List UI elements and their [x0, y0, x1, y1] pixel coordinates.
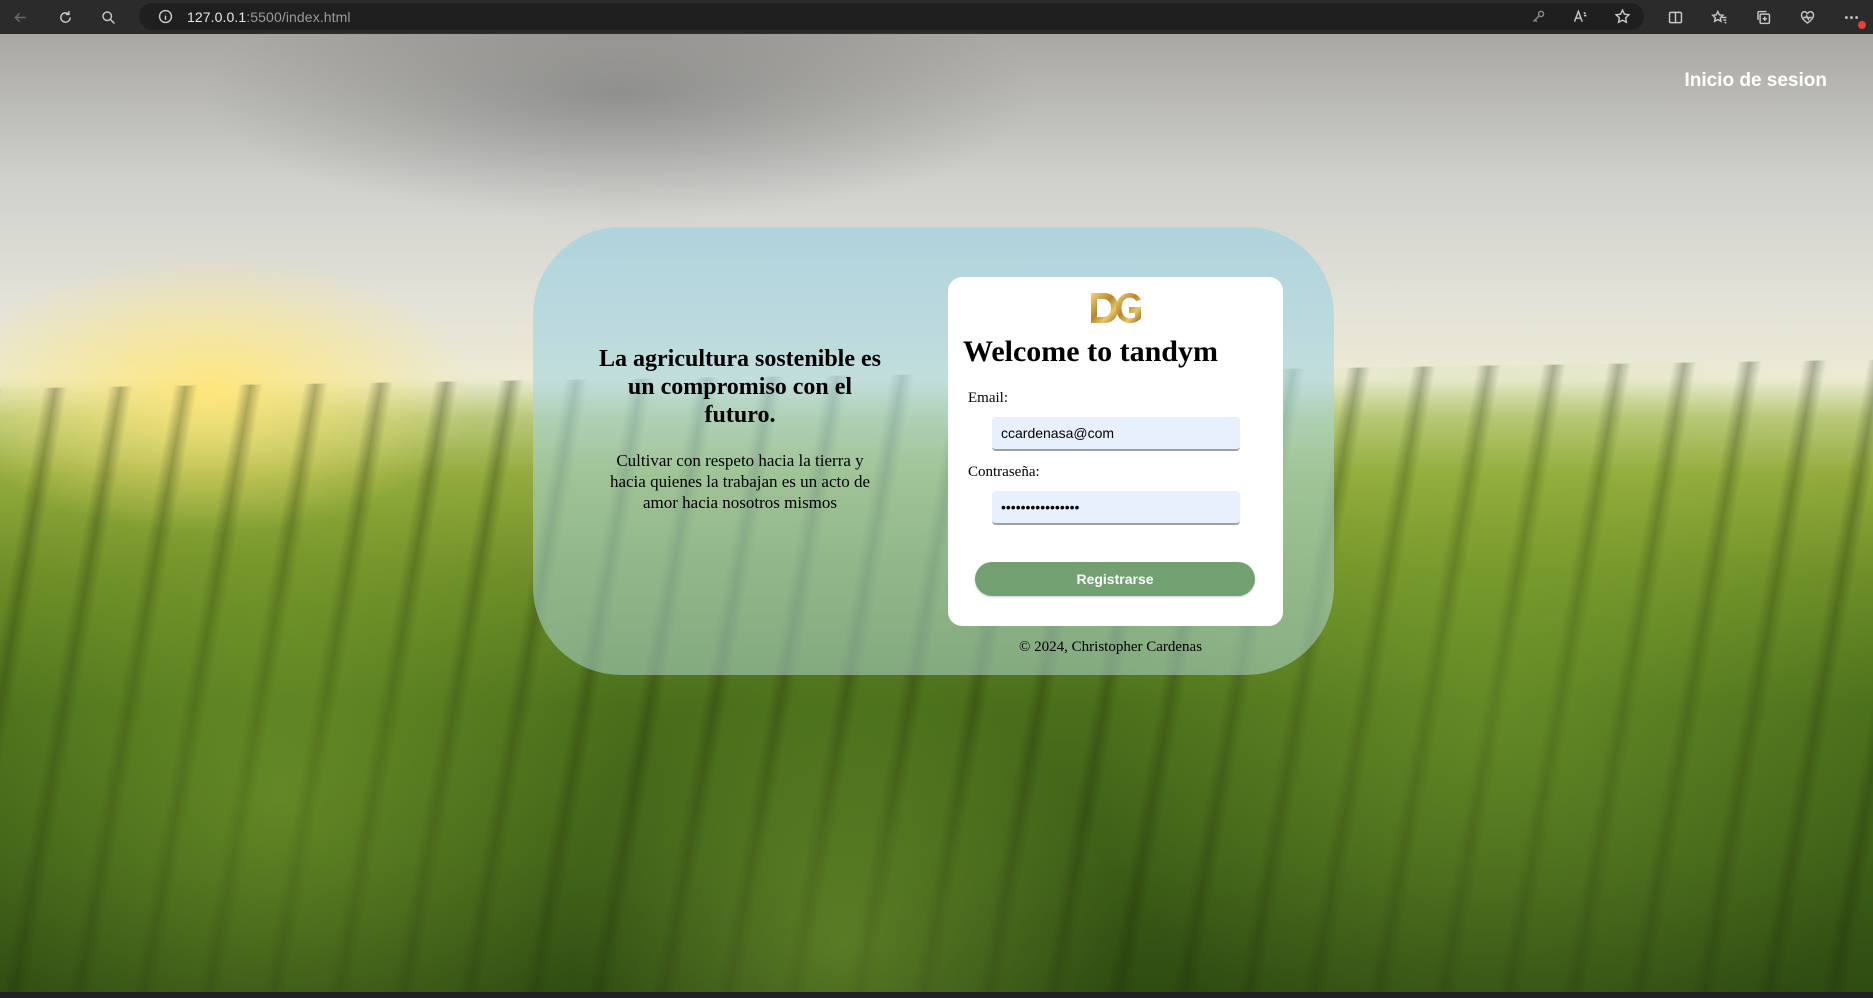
site-info-button[interactable] [153, 5, 177, 29]
register-button[interactable]: Registrarse [975, 562, 1255, 596]
collections-button[interactable] [1751, 5, 1775, 29]
read-aloud-icon [1573, 8, 1586, 22]
back-button[interactable] [8, 5, 32, 29]
favorites-button[interactable] [1707, 5, 1731, 29]
hero-section: La agricultura sostenible es un compromi… [598, 345, 882, 513]
url-text: 127.0.0.1:5500/index.html [187, 9, 351, 25]
split-screen-button[interactable] [1663, 5, 1687, 29]
refresh-icon [59, 10, 71, 23]
search-icon [101, 10, 115, 24]
back-arrow-icon [13, 12, 26, 22]
notification-badge [1858, 21, 1866, 29]
login-form: Welcome to tandym Email: Contraseña: Reg… [948, 277, 1283, 626]
split-screen-icon [1668, 11, 1682, 23]
heart-pulse-icon [1800, 10, 1814, 24]
password-field[interactable] [992, 491, 1240, 525]
favorite-button[interactable] [1610, 4, 1634, 28]
more-icon [1844, 15, 1858, 19]
form-title: Welcome to tandym [963, 335, 1218, 368]
more-button[interactable] [1839, 5, 1866, 29]
password-label: Contraseña: [968, 464, 1040, 480]
hero-title: La agricultura sostenible es un compromi… [599, 346, 881, 428]
collections-icon [1756, 10, 1770, 24]
footer-copyright: © 2024, Christopher Cardenas [1019, 639, 1203, 655]
url-host: 127.0.0.1 [187, 8, 247, 25]
info-icon [158, 9, 172, 24]
email-field[interactable] [992, 417, 1240, 451]
dg-logo-icon [1091, 293, 1141, 323]
browser-toolbar: 127.0.0.1:5500/index.html [0, 0, 1873, 34]
email-label: Email: [968, 390, 1008, 406]
favorites-icon [1710, 9, 1726, 23]
read-aloud-button[interactable] [1568, 4, 1592, 28]
search-button[interactable] [96, 5, 120, 29]
page-viewport: Inicio de sesion La agricultura sostenib… [0, 34, 1873, 992]
key-icon [1532, 10, 1544, 22]
health-button[interactable] [1795, 5, 1819, 29]
url-path: :5500/index.html [246, 8, 351, 25]
hero-text: Cultivar con respeto hacia la tierra y h… [609, 451, 871, 512]
window-bottom-border [0, 992, 1873, 998]
refresh-button[interactable] [53, 5, 77, 29]
login-link[interactable]: Inicio de sesion [1684, 70, 1827, 92]
star-icon [1614, 7, 1630, 24]
login-card: La agricultura sostenible es un compromi… [533, 227, 1334, 675]
key-button[interactable] [1526, 4, 1550, 28]
address-bar[interactable]: 127.0.0.1:5500/index.html [139, 3, 1644, 30]
